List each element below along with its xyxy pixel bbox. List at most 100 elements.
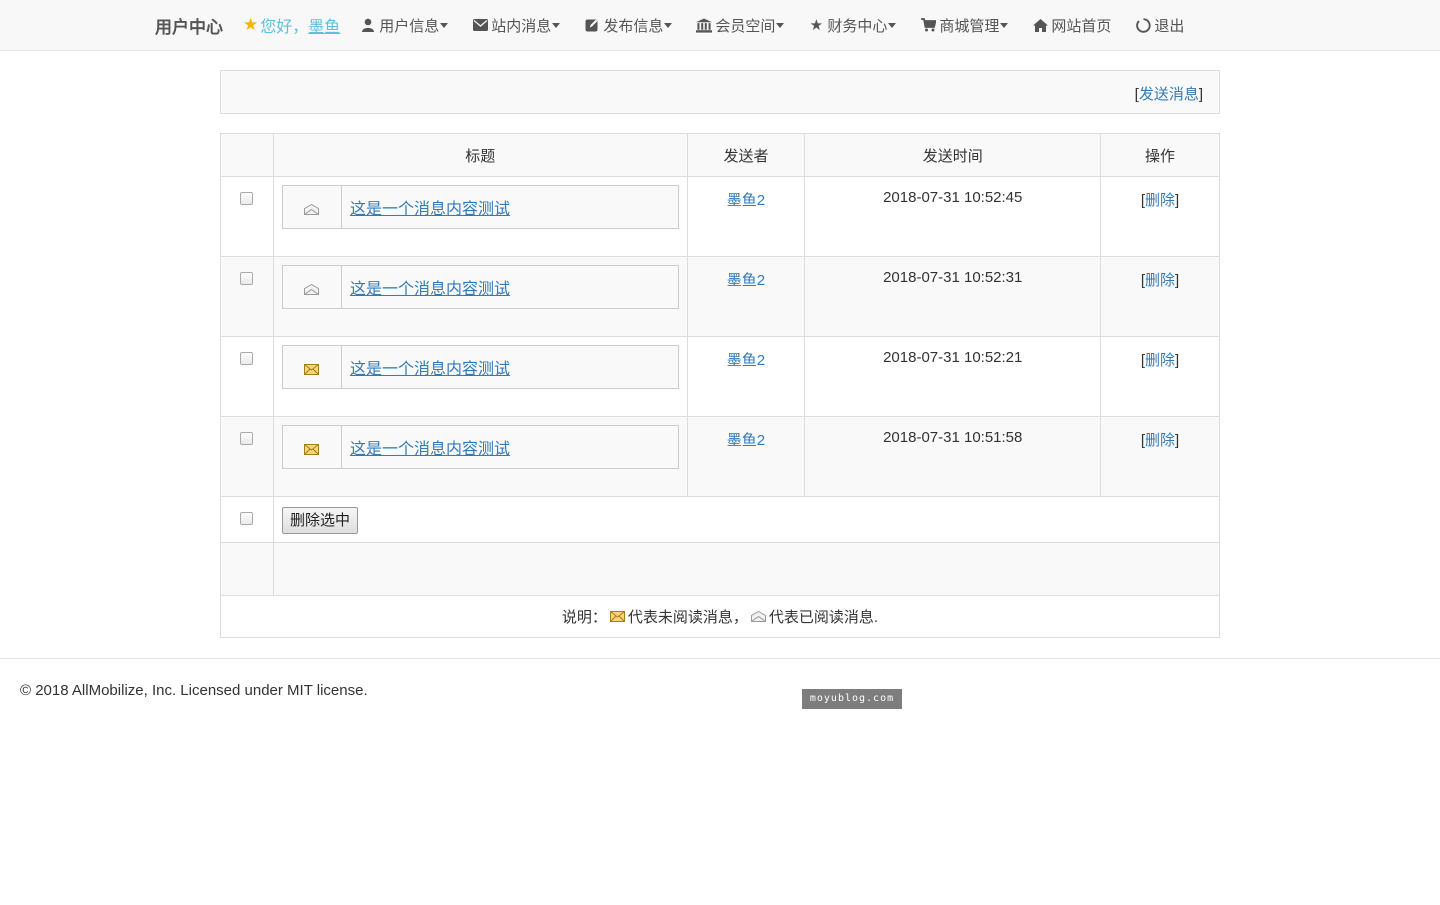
nav-label: 商城管理 [939,17,1000,35]
unread-envelope-icon [283,346,342,388]
message-title-link[interactable]: 这是一个消息内容测试 [342,266,678,308]
sender-link[interactable]: 墨鱼2 [727,352,765,369]
star-icon: ★ [243,15,259,34]
nav-user-info[interactable]: 用户信息 [360,15,449,36]
delete-selected-button[interactable]: 删除选中 [281,507,358,534]
delete-link[interactable]: 删除 [1145,192,1175,209]
header-action: 操作 [1100,133,1220,177]
legend-prefix: 说明： [561,609,607,626]
title-cell: 这是一个消息内容测试 [272,336,688,417]
copyright-text: © 2018 AllMobilize, Inc. Licensed under … [20,682,368,699]
nav-label: 财务中心 [827,17,888,35]
caret-down-icon [552,22,561,28]
power-icon [1135,17,1151,33]
row-checkbox[interactable] [240,272,254,285]
legend-read: 代表已阅读消息. [768,609,879,626]
title-cell: 这是一个消息内容测试 [272,256,688,337]
nav-label: 用户信息 [379,17,440,35]
nav-site-messages[interactable]: 站内消息 [472,15,561,36]
bracket-close: ] [1198,86,1203,103]
greeting-text: 您好， [260,19,309,36]
header-title: 标题 [272,133,688,177]
unread-envelope-icon [609,611,625,622]
message-title-box: 这是一个消息内容测试 [281,345,679,389]
edit-icon [584,17,600,33]
sender-link[interactable]: 墨鱼2 [727,432,765,449]
caret-down-icon [664,22,673,28]
read-envelope-icon [750,611,766,622]
nav-label: 会员空间 [715,17,776,35]
header-checkbox-col [220,133,274,177]
home-icon [1032,17,1048,33]
nav-label: 站内消息 [491,17,552,35]
message-title-link[interactable]: 这是一个消息内容测试 [342,346,678,388]
send-message-bar: [发送消息] [220,70,1220,114]
sender-link[interactable]: 墨鱼2 [727,272,765,289]
select-all-cell [220,496,274,543]
sender-cell: 墨鱼2 [686,256,806,337]
star-icon: ★ [809,17,824,34]
table-row: 这是一个消息内容测试 墨鱼2 2018-07-31 10:52:45 [删除] [220,176,1220,257]
send-time: 2018-07-31 10:51:58 [804,416,1102,497]
header-send-time: 发送时间 [804,133,1102,177]
row-select-cell [220,256,274,337]
nav-home[interactable]: 网站首页 [1032,15,1111,36]
spacer-row [220,542,1221,596]
send-message-wrap: [发送消息] [1135,83,1203,104]
sender-cell: 墨鱼2 [686,336,806,417]
delete-link[interactable]: 删除 [1145,432,1175,449]
row-checkbox[interactable] [240,352,254,365]
read-envelope-icon [283,266,342,308]
send-time: 2018-07-31 10:52:45 [804,176,1102,257]
watermark-label: moyublog.com [802,689,902,709]
sender-cell: 墨鱼2 [686,176,806,257]
read-envelope-icon [283,186,342,228]
nav-container: 用户中心 ★ 您好， 墨鱼 用户信息 站内消息 发布信息 会员空间 ★ 财务中心… [155,0,1184,50]
spacer-cell [220,542,274,596]
sender-link[interactable]: 墨鱼2 [727,192,765,209]
action-cell: [删除] [1100,416,1220,497]
username-link[interactable]: 墨鱼 [308,13,340,37]
cart-icon [920,17,936,33]
nav-label: 网站首页 [1051,17,1112,35]
user-icon [360,17,376,33]
nav-finance-center[interactable]: ★ 财务中心 [808,15,897,36]
nav-publish-info[interactable]: 发布信息 [584,15,673,36]
caret-down-icon [776,22,785,28]
row-select-cell [220,176,274,257]
top-navbar: 用户中心 ★ 您好， 墨鱼 用户信息 站内消息 发布信息 会员空间 ★ 财务中心… [0,0,1440,51]
spacer-cell [272,542,1221,596]
nav-label: 发布信息 [603,17,664,35]
row-select-cell [220,336,274,417]
bank-icon [696,17,713,33]
message-title-box: 这是一个消息内容测试 [281,185,679,229]
nav-member-space[interactable]: 会员空间 [696,15,785,36]
delete-link[interactable]: 删除 [1145,352,1175,369]
row-checkbox[interactable] [240,432,254,445]
legend-cell: 说明： 代表未阅读消息， 代表已阅读消息. [220,595,1220,638]
message-title-link[interactable]: 这是一个消息内容测试 [342,426,678,468]
nav-shop-management[interactable]: 商城管理 [920,15,1009,36]
nav-logout[interactable]: 退出 [1135,15,1184,36]
message-title-link[interactable]: 这是一个消息内容测试 [342,186,678,228]
delete-link[interactable]: 删除 [1145,272,1175,289]
send-time: 2018-07-31 10:52:21 [804,336,1102,417]
send-message-link[interactable]: 发送消息 [1139,86,1199,103]
action-cell: [删除] [1100,336,1220,417]
table-row: 这是一个消息内容测试 墨鱼2 2018-07-31 10:51:58 [删除] [220,416,1220,497]
message-title-box: 这是一个消息内容测试 [281,265,679,309]
action-cell: [删除] [1100,176,1220,257]
row-checkbox[interactable] [240,192,254,205]
row-select-cell [220,416,274,497]
table-row: 这是一个消息内容测试 墨鱼2 2018-07-31 10:52:31 [删除] [220,256,1220,337]
legend-unread: 代表未阅读消息， [627,609,748,626]
brand-title[interactable]: 用户中心 [155,13,223,38]
header-sender: 发送者 [686,133,806,177]
caret-down-icon [1000,22,1009,28]
nav-label: 退出 [1154,17,1185,35]
table-row: 这是一个消息内容测试 墨鱼2 2018-07-31 10:52:21 [删除] [220,336,1220,417]
send-time: 2018-07-31 10:52:31 [804,256,1102,337]
caret-down-icon [440,22,449,28]
envelope-icon [472,17,488,33]
select-all-checkbox[interactable] [240,512,254,525]
